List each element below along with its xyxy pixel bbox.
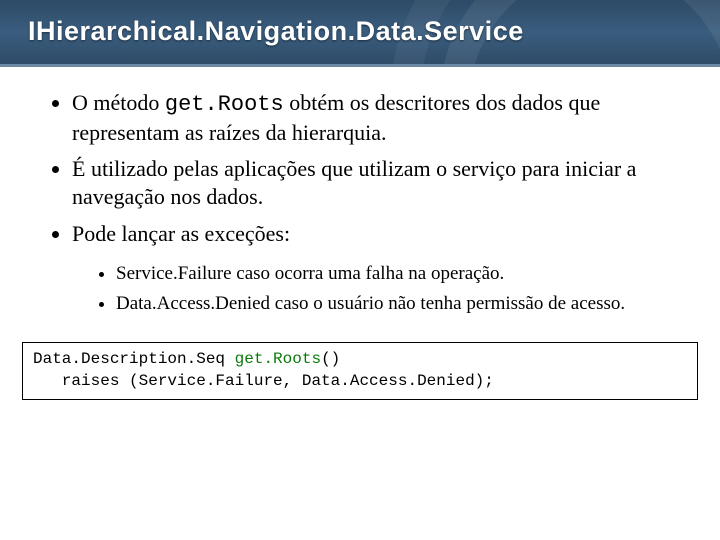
code-text: () xyxy=(321,350,340,368)
code-inline: get.Roots xyxy=(165,92,284,117)
bullet-text: O método xyxy=(72,90,165,115)
slide-title: IHierarchical.Navigation.Data.Service xyxy=(0,0,720,47)
code-block: Data.Description.Seq get.Roots() raises … xyxy=(22,342,698,399)
bullet-text: Pode lançar as exceções: xyxy=(72,221,290,246)
sub-bullet-item: Service.Failure caso ocorra uma falha na… xyxy=(116,262,674,286)
bullet-item: Pode lançar as exceções: Service.Failure… xyxy=(72,220,674,317)
sub-bullet-item: Data.Access.Denied caso o usuário não te… xyxy=(116,292,674,316)
code-text: raises (Service.Failure, Data.Access.Den… xyxy=(33,372,494,390)
slide-body: O método get.Roots obtém os descritores … xyxy=(0,67,720,316)
code-method: get.Roots xyxy=(235,350,321,368)
title-bar: IHierarchical.Navigation.Data.Service xyxy=(0,0,720,67)
bullet-item: O método get.Roots obtém os descritores … xyxy=(72,89,674,147)
bullet-item: É utilizado pelas aplicações que utiliza… xyxy=(72,155,674,211)
sub-bullet-list: Service.Failure caso ocorra uma falha na… xyxy=(72,262,674,317)
code-text: Data.Description.Seq xyxy=(33,350,235,368)
bullet-list: O método get.Roots obtém os descritores … xyxy=(46,89,674,316)
